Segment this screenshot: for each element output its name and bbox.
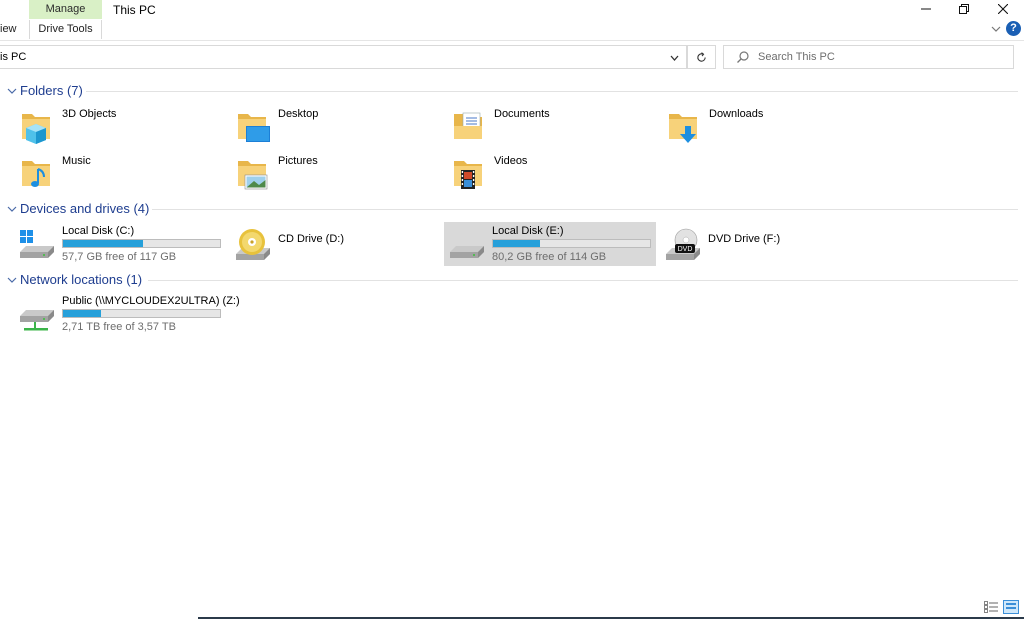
tab-view[interactable]: iew	[0, 20, 17, 39]
group-divider	[86, 91, 1018, 92]
group-title-network: Network locations (1)	[20, 272, 143, 287]
group-divider	[152, 209, 1018, 210]
drive-usage-fill	[63, 240, 144, 247]
drive-free-space: 57,7 GB free of 117 GB	[62, 251, 177, 263]
drive-e[interactable]: Local Disk (E:) 80,2 GB free of 114 GB	[444, 222, 656, 266]
network-drive-icon	[20, 310, 54, 331]
drive-z[interactable]: Public (\\MYCLOUDEX2ULTRA) (Z:) 2,71 TB …	[14, 292, 240, 336]
status-bar	[0, 597, 1024, 617]
folder-name: Videos	[494, 155, 528, 167]
drive-c[interactable]: Local Disk (C:) 57,7 GB free of 117 GB	[14, 222, 226, 266]
large-icons-view-icon[interactable]	[1003, 600, 1019, 614]
folder-desktop[interactable]: Desktop	[232, 104, 444, 148]
group-header-drives[interactable]: Devices and drives (4)	[0, 199, 1018, 219]
folder-name: Desktop	[278, 108, 319, 120]
drive-name: Public (\\MYCLOUDEX2ULTRA) (Z:)	[62, 295, 240, 307]
chevron-down-icon	[991, 26, 1001, 32]
search-input[interactable]	[758, 47, 1008, 67]
drive-name: DVD Drive (F:)	[708, 233, 781, 245]
drive-usage-bar	[62, 309, 221, 318]
search-box[interactable]	[723, 45, 1014, 69]
scrollbar-track[interactable]	[1018, 74, 1024, 597]
chevron-down-icon	[670, 55, 678, 61]
folder-3d-objects[interactable]: 3D Objects	[16, 104, 228, 148]
desktop-folder-icon	[238, 114, 270, 142]
close-button[interactable]	[983, 0, 1023, 18]
drive-name: CD Drive (D:)	[278, 233, 344, 245]
title-bar: Manage iew Drive Tools This PC ?	[0, 0, 1024, 40]
group-header-folders[interactable]: Folders (7)	[0, 81, 1018, 101]
videos-folder-icon	[454, 161, 482, 189]
group-title-drives: Devices and drives (4)	[20, 201, 150, 216]
search-icon	[737, 51, 749, 63]
folder-videos[interactable]: Videos	[448, 151, 660, 195]
downloads-folder-icon	[669, 114, 697, 143]
minimize-icon	[921, 8, 931, 10]
group-title-folders: Folders (7)	[20, 83, 83, 98]
tab-drive-tools[interactable]: Drive Tools	[29, 20, 102, 39]
folder-downloads[interactable]: Downloads	[663, 104, 875, 148]
refresh-icon	[697, 51, 706, 62]
chevron-down-icon	[7, 206, 17, 212]
chevron-down-icon	[7, 88, 17, 94]
drive-name: Local Disk (C:)	[62, 225, 135, 237]
drive-free-space: 80,2 GB free of 114 GB	[492, 251, 607, 263]
details-view-icon[interactable]	[984, 601, 998, 613]
group-divider	[148, 280, 1018, 281]
drive-usage-bar	[62, 239, 221, 248]
pictures-folder-icon	[238, 161, 268, 190]
chevron-down-icon	[7, 277, 17, 283]
restore-button[interactable]	[944, 0, 984, 18]
hard-drive-icon	[450, 246, 484, 258]
manage-context-header[interactable]: Manage	[29, 0, 102, 19]
folder-name: Music	[62, 155, 91, 167]
drive-usage-bar	[492, 239, 651, 248]
address-row: is PC	[0, 40, 1024, 74]
address-bar[interactable]: is PC	[0, 45, 687, 69]
drive-f[interactable]: DVD DVD Drive (F:)	[660, 222, 872, 266]
minimize-button[interactable]	[906, 0, 946, 18]
folder-name: 3D Objects	[62, 108, 117, 120]
folder-name: Documents	[494, 108, 550, 120]
help-icon[interactable]: ?	[1006, 21, 1021, 36]
documents-folder-icon	[454, 112, 482, 139]
windows-drive-icon	[20, 230, 54, 258]
restore-icon	[959, 4, 969, 14]
music-folder-icon	[22, 161, 50, 187]
drive-name: Local Disk (E:)	[492, 225, 564, 237]
refresh-button[interactable]	[687, 45, 716, 69]
drive-usage-fill	[493, 240, 541, 247]
folder-pictures[interactable]: Pictures	[232, 151, 444, 195]
file-view[interactable]: Folders (7) 3D Objects Desktop Documents	[0, 74, 1018, 597]
dvd-badge-text: DVD	[678, 246, 693, 253]
drive-d[interactable]: CD Drive (D:)	[230, 222, 442, 266]
drive-usage-fill	[63, 310, 101, 317]
drive-free-space: 2,71 TB free of 3,57 TB	[62, 321, 176, 333]
folder-documents[interactable]: Documents	[448, 104, 660, 148]
folder-music[interactable]: Music	[16, 151, 228, 195]
window-title: This PC	[113, 3, 156, 17]
group-header-network[interactable]: Network locations (1)	[0, 270, 1018, 290]
close-icon	[998, 4, 1008, 14]
address-path[interactable]: is PC	[0, 51, 26, 63]
cd-drive-icon	[236, 229, 270, 260]
3d-objects-folder-icon	[22, 114, 50, 144]
folder-name: Downloads	[709, 108, 764, 120]
expand-ribbon-button[interactable]	[989, 22, 1003, 36]
address-history-dropdown[interactable]	[667, 51, 681, 65]
dvd-drive-icon: DVD	[666, 228, 700, 260]
folder-name: Pictures	[278, 155, 318, 167]
